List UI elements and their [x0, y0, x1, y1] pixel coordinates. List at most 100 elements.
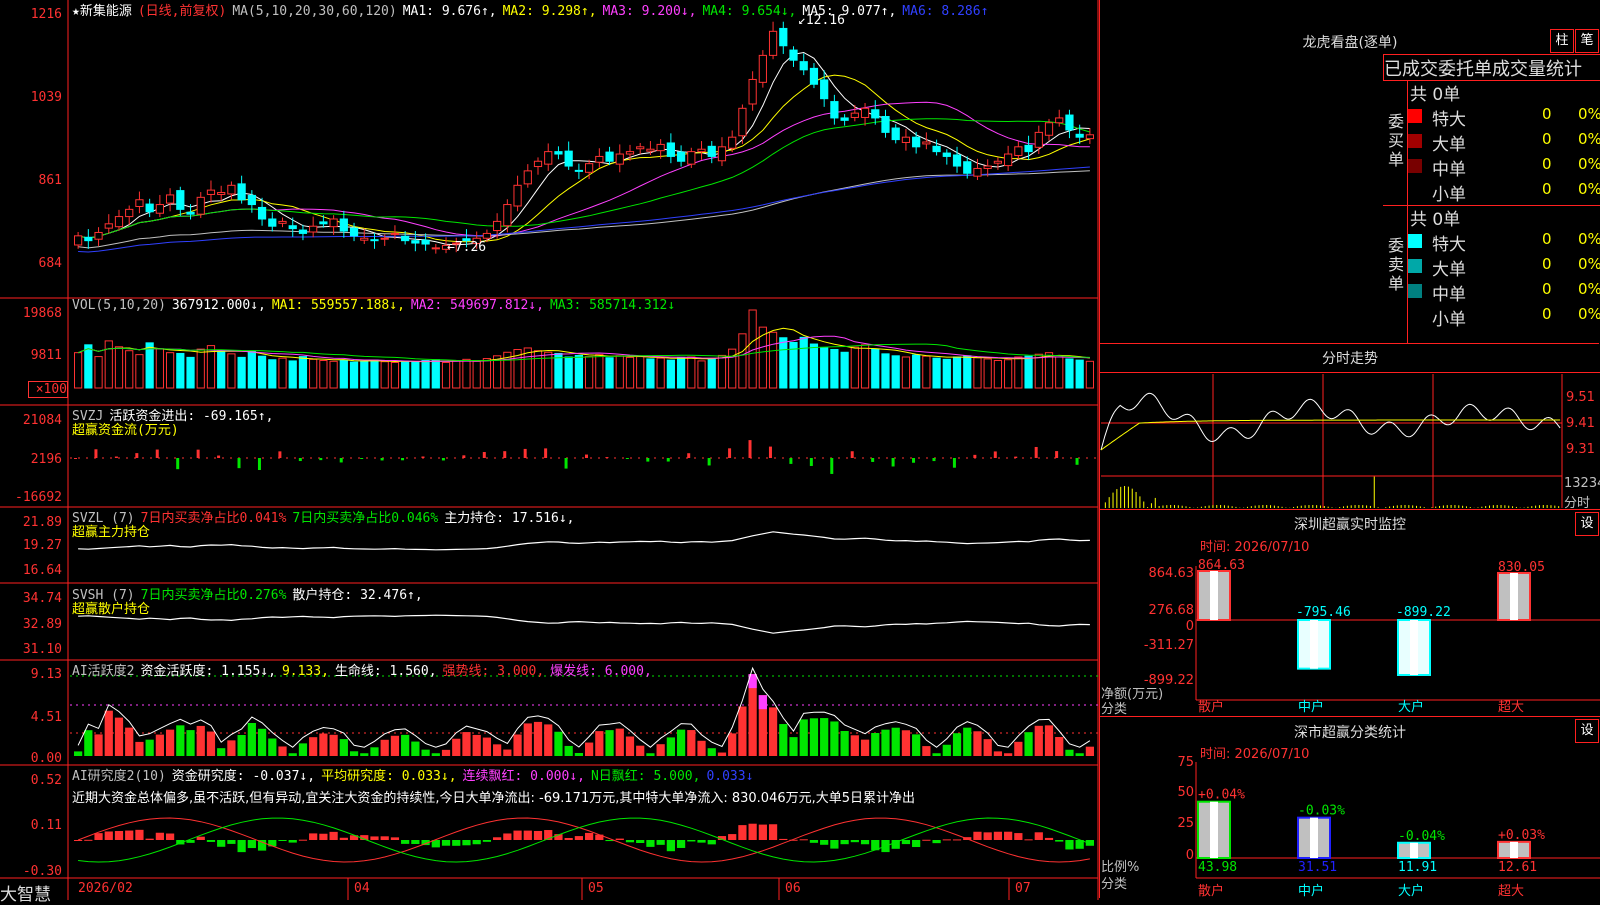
intraday-volume-bar: [1447, 505, 1448, 508]
classify-bar-highlight: [1310, 818, 1318, 858]
intraday-volume-bar: [1151, 503, 1152, 508]
monitor-category-label: 大户: [1398, 699, 1424, 715]
intraday-volume-bar: [1393, 506, 1394, 508]
classify-category-label: 中户: [1298, 883, 1324, 899]
intraday-volume-bar: [1136, 492, 1137, 508]
intraday-volume-bar: [1343, 506, 1344, 508]
intraday-avg-line: [1101, 420, 1560, 450]
classify-category-label: 超大: [1498, 884, 1524, 899]
intraday-volume-bar: [1332, 507, 1333, 508]
intraday-volume-bar: [1543, 505, 1544, 508]
intraday-volume-bar: [1404, 505, 1405, 508]
intraday-volume-bar: [1516, 507, 1517, 508]
intraday-volume-bar: [1170, 505, 1171, 508]
intraday-volume-bar: [1370, 506, 1371, 508]
intraday-volume-bar: [1147, 507, 1148, 508]
intraday-volume-bar: [1458, 505, 1459, 508]
intraday-volume-bar: [1535, 506, 1536, 508]
intraday-volume-bar: [1462, 506, 1463, 508]
intraday-volume-bar: [1247, 507, 1248, 508]
monitor-category-label: 中户: [1298, 699, 1324, 715]
intraday-volume-bar: [1220, 505, 1221, 508]
intraday-volume-bar: [1451, 505, 1452, 508]
intraday-volume-bar: [1182, 506, 1183, 508]
intraday-volume-bar: [1266, 505, 1267, 508]
intraday-volume-bar: [1316, 505, 1317, 508]
intraday-volume-bar: [1497, 505, 1498, 508]
intraday-volume-bar: [1328, 507, 1329, 508]
classify-category-label: 大户: [1398, 883, 1424, 899]
intraday-volume-bar: [1139, 496, 1140, 508]
intraday-volume-bar: [1531, 506, 1532, 508]
intraday-volume-bar: [1508, 506, 1509, 508]
intraday-volume-bar: [1308, 505, 1309, 508]
intraday-volume-bar: [1155, 498, 1156, 508]
intraday-volume-bar: [1278, 506, 1279, 508]
intraday-volume-bar: [1431, 507, 1432, 508]
intraday-volume-bar: [1355, 505, 1356, 508]
intraday-volume-bar: [1251, 506, 1252, 508]
intraday-volume-bar: [1558, 506, 1559, 508]
intraday-volume-bar: [1493, 505, 1494, 508]
intraday-volume-bar: [1401, 505, 1402, 508]
intraday-volume-bar: [1512, 506, 1513, 508]
classify-change-label: +0.04%: [1198, 788, 1245, 803]
intraday-volume-bar: [1186, 506, 1187, 508]
intraday-volume-bar: [1128, 487, 1129, 508]
intraday-volume-bar: [1347, 506, 1348, 508]
intraday-volume-bar: [1143, 502, 1144, 508]
monitor-value-label: -795.46: [1296, 605, 1351, 620]
intraday-volume-bar: [1282, 507, 1283, 508]
classify-value-label: 11.91: [1398, 860, 1437, 875]
intraday-volume-bar: [1554, 506, 1555, 508]
intraday-volume-bar: [1209, 506, 1210, 508]
intraday-volume-bar: [1270, 505, 1271, 508]
intraday-volume-bar: [1389, 506, 1390, 508]
intraday-volume-bar: [1466, 506, 1467, 508]
intraday-volume-bar: [1374, 477, 1375, 508]
intraday-volume-bar: [1305, 505, 1306, 508]
intraday-volume-bar: [1489, 506, 1490, 508]
intraday-volume-bar: [1547, 505, 1548, 508]
intraday-volume-bar: [1189, 507, 1190, 508]
intraday-volume-bar: [1159, 506, 1160, 508]
intraday-volume-bar: [1454, 505, 1455, 508]
classify-value-label: 12.61: [1498, 860, 1537, 875]
intraday-volume-bar: [1470, 507, 1471, 508]
intraday-volume-bar: [1166, 505, 1167, 508]
intraday-volume-bar: [1351, 505, 1352, 508]
intraday-volume-bar: [1178, 505, 1179, 508]
intraday-volume-bar: [1378, 507, 1379, 508]
intraday-volume-bar: [1385, 507, 1386, 508]
intraday-volume-bar: [1362, 505, 1363, 508]
intraday-volume-bar: [1550, 505, 1551, 508]
monitor-bar-highlight: [1210, 571, 1218, 620]
intraday-volume-bar: [1301, 506, 1302, 508]
intraday-volume-bar: [1435, 507, 1436, 508]
intraday-volume-bar: [1408, 505, 1409, 508]
intraday-volume-bar: [1424, 507, 1425, 508]
classify-change-label: -0.03%: [1298, 804, 1345, 819]
intraday-volume-bar: [1109, 497, 1110, 508]
classify-value-label: 43.98: [1198, 860, 1237, 875]
intraday-volume-bar: [1416, 506, 1417, 508]
intraday-volume-bar: [1504, 505, 1505, 508]
intraday-volume-bar: [1397, 505, 1398, 508]
intraday-volume-bar: [1216, 505, 1217, 508]
classify-bar-highlight: [1510, 842, 1518, 858]
intraday-volume-bar: [1120, 487, 1121, 508]
monitor-bar-highlight: [1510, 573, 1518, 620]
classify-category-label: 散户: [1198, 883, 1224, 899]
monitor-bar-highlight: [1310, 620, 1318, 669]
classify-change-label: -0.04%: [1398, 829, 1445, 844]
intraday-volume-bar: [1481, 507, 1482, 508]
intraday-volume-bar: [1197, 507, 1198, 508]
intraday-volume-bar: [1312, 505, 1313, 508]
intraday-volume-bar: [1113, 493, 1114, 508]
intraday-volume-bar: [1539, 505, 1540, 508]
classify-change-label: +0.03%: [1498, 828, 1545, 843]
intraday-volume-bar: [1212, 505, 1213, 508]
classify-bar-highlight: [1410, 843, 1418, 858]
monitor-bar-highlight: [1410, 620, 1418, 675]
intraday-volume-bar: [1339, 507, 1340, 508]
